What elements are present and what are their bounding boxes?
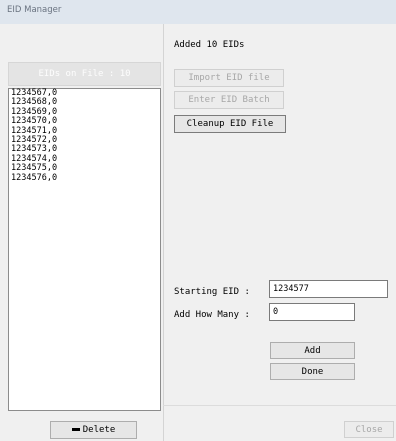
import-eid-file-button[interactable]: Import EID file xyxy=(174,69,284,87)
add-button[interactable]: Add xyxy=(270,342,355,359)
enter-eid-batch-button[interactable]: Enter EID Batch xyxy=(174,91,284,109)
panel-divider xyxy=(163,24,164,441)
starting-eid-label: Starting EID : xyxy=(174,287,250,297)
eid-list[interactable]: 1234567,0 1234568,0 1234569,0 1234570,0 … xyxy=(8,88,161,411)
eids-on-file-header: EIDs on File : 10 xyxy=(8,62,161,86)
add-how-many-label: Add How Many : xyxy=(174,310,250,320)
add-how-many-field[interactable]: 0 xyxy=(269,303,355,321)
done-button[interactable]: Done xyxy=(270,363,355,380)
window-title: EID Manager xyxy=(7,5,62,15)
list-item[interactable]: 1234576,0 xyxy=(9,173,160,183)
close-button[interactable]: Close xyxy=(344,421,394,438)
delete-label: Delete xyxy=(82,425,116,435)
eid-panel: EIDs on File : 10 1234567,0 1234568,0 12… xyxy=(8,62,161,411)
minus-icon xyxy=(71,428,80,431)
delete-button[interactable]: Delete xyxy=(50,421,137,439)
footer-divider xyxy=(163,405,396,406)
status-message: Added 10 EIDs xyxy=(174,40,245,50)
cleanup-eid-file-button[interactable]: Cleanup EID File xyxy=(174,115,286,133)
starting-eid-field[interactable]: 1234577 xyxy=(269,280,388,298)
